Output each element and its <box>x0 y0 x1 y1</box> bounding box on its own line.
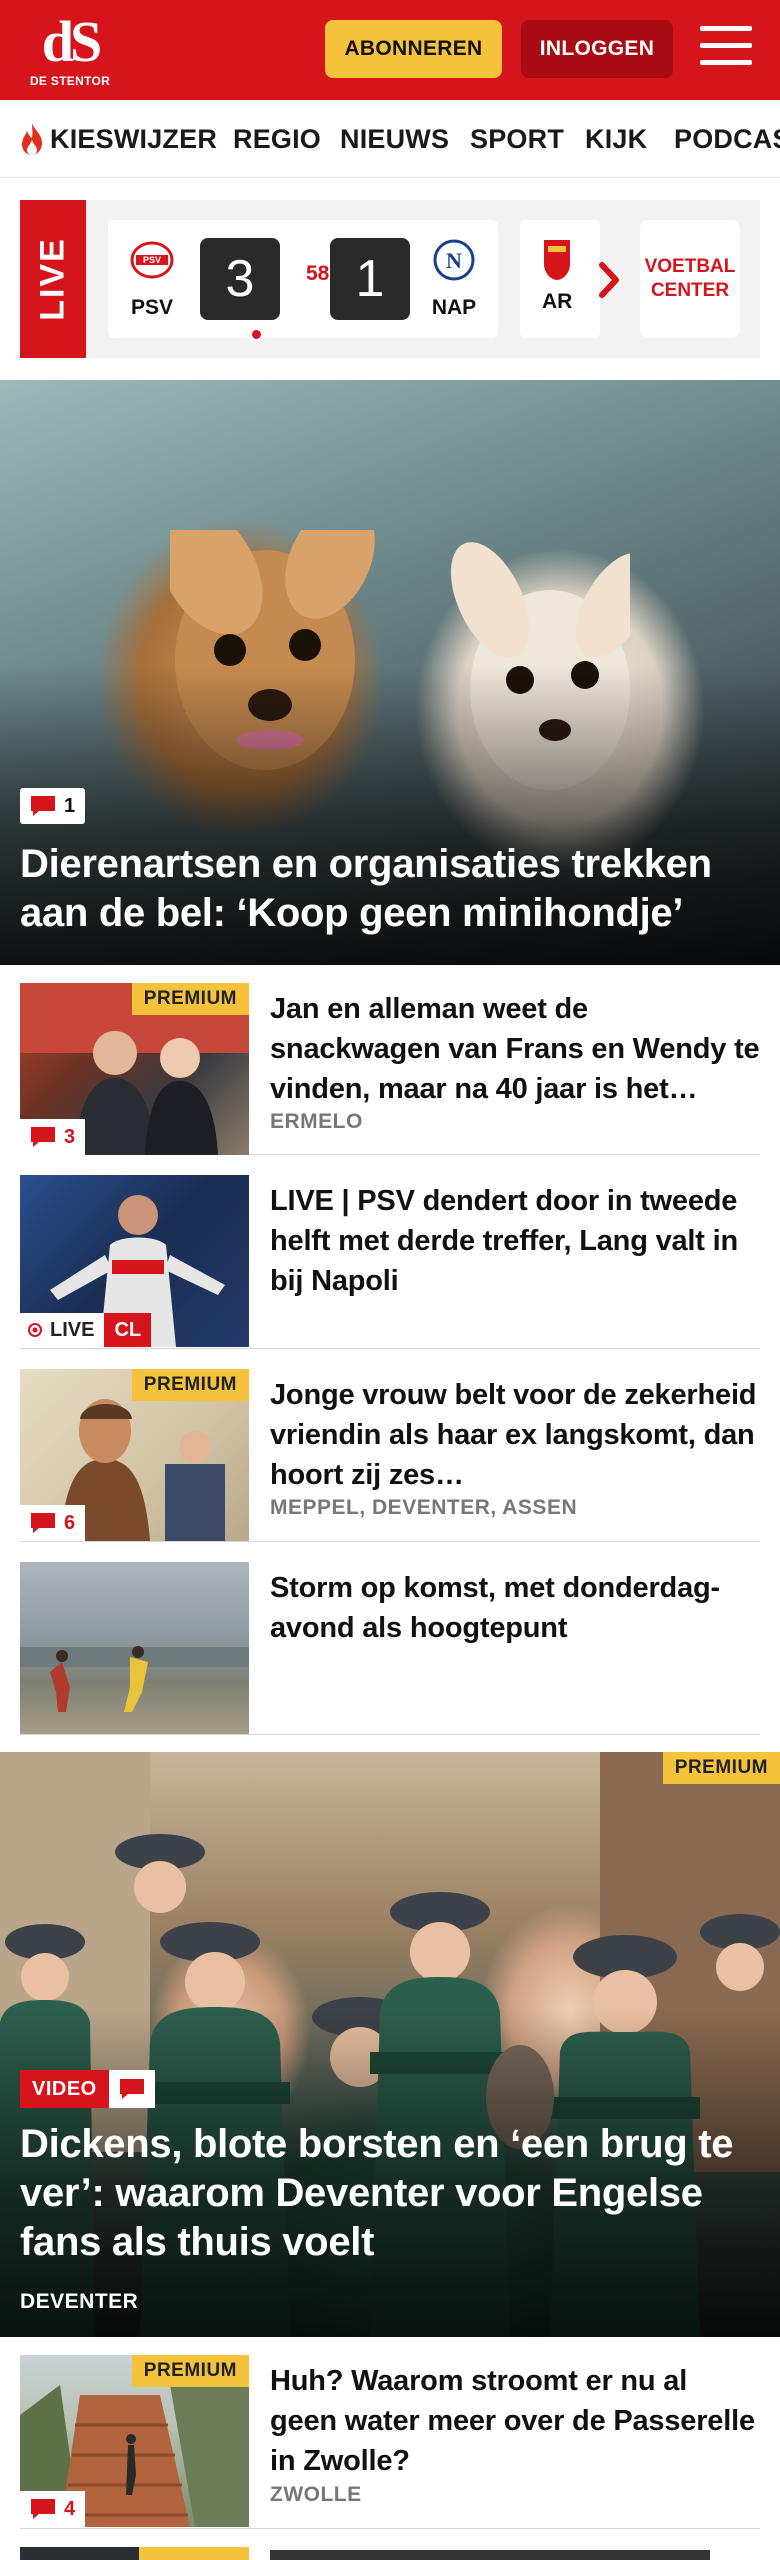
comment-badge <box>108 2070 155 2108</box>
top-bar: dS DE STENTOR ABONNEREN INLOGGEN <box>0 0 780 100</box>
article-location: MEPPEL, DEVENTER, ASSEN <box>270 1496 578 1519</box>
feature-chips: VIDEO <box>20 2070 155 2108</box>
match-card[interactable]: PSV PSV 3 58' 1 N NAP <box>108 220 498 341</box>
video-badge: VIDEO <box>20 2070 109 2108</box>
comment-count: 1 <box>64 794 76 817</box>
article-thumbnail: PREMIUM 6 <box>20 1369 249 1541</box>
nav-item-kijk[interactable]: KIJK <box>585 100 648 177</box>
live-tab[interactable]: LIVE <box>20 200 86 358</box>
voetbal-center-button[interactable]: VOETBAL CENTER <box>640 220 740 338</box>
article-row[interactable]: PREMIUM 4 Huh? Waarom stroomt er nu al g… <box>20 2355 760 2529</box>
hero-title[interactable]: Dierenartsen en organisaties trekken aan… <box>20 840 760 938</box>
feature-location: DEVENTER <box>20 2290 139 2313</box>
nav-label: REGIO <box>233 123 322 154</box>
article-title[interactable]: Huh? Waarom stroomt er nu al geen water … <box>270 2361 760 2481</box>
live-tab-label: LIVE <box>33 237 72 321</box>
next-match-card[interactable]: AR <box>520 220 600 338</box>
live-indicator-dot <box>250 328 263 341</box>
nav-label: SPORT <box>470 123 565 154</box>
article-location: ERMELO <box>270 1110 363 1133</box>
chevron-right-icon[interactable] <box>590 255 630 305</box>
article-thumbnail: PREMIUM 4 <box>20 2355 249 2527</box>
article-row[interactable]: Storm op komst, met donderdag-avond als … <box>20 1562 760 1735</box>
comment-count: 3 <box>64 1125 76 1148</box>
login-button[interactable]: INLOGGEN <box>521 20 673 78</box>
article-row[interactable]: PREMIUM 3 Jan en alleman weet de snackwa… <box>20 983 760 1155</box>
premium-badge: PREMIUM <box>131 2355 249 2387</box>
thumbnail-beach-storm-image <box>20 1646 249 1712</box>
premium-badge: PREMIUM <box>131 1369 249 1401</box>
nav-item-regio[interactable]: REGIO <box>233 100 322 177</box>
away-score: 1 <box>330 238 410 320</box>
live-chip: LIVE CL <box>20 1313 152 1347</box>
article-row[interactable]: LIVE CL LIVE | PSV dendert door in tweed… <box>20 1175 760 1349</box>
subscribe-button[interactable]: ABONNEREN <box>325 20 502 78</box>
svg-text:N: N <box>446 248 462 273</box>
comment-icon <box>31 2499 55 2519</box>
live-chip-live: LIVE <box>20 1313 105 1347</box>
away-team: N NAP <box>424 238 484 320</box>
hero-article[interactable]: 1 Dierenartsen en organisaties trekken a… <box>0 380 780 965</box>
next-match-team: AR <box>542 290 573 313</box>
article-thumbnail: LIVE CL <box>20 1175 249 1347</box>
article-thumbnail <box>20 1562 249 1734</box>
hamburger-menu-icon[interactable] <box>700 26 752 72</box>
comment-count-badge: 3 <box>20 1119 86 1155</box>
live-scores-strip: LIVE PSV PSV 3 58' 1 N NAP AR VOETBAL CE… <box>20 200 760 358</box>
article-title[interactable]: Jan en alleman weet de snackwagen van Fr… <box>270 989 760 1109</box>
feature-article[interactable]: PREMIUM VIDEO Dickens, blote borsten en … <box>0 1752 780 2337</box>
flame-icon <box>22 123 42 155</box>
comment-icon <box>31 1513 55 1533</box>
away-team-name: NAP <box>431 296 477 319</box>
nav-label: NIEUWS <box>340 123 450 154</box>
article-title-partial[interactable] <box>270 2550 750 2560</box>
live-record-icon <box>28 1323 42 1337</box>
logo-subtitle: DE STENTOR <box>29 74 111 88</box>
article-location: ZWOLLE <box>270 2483 362 2506</box>
home-team: PSV PSV <box>122 238 182 320</box>
article-title[interactable]: Jonge vrouw belt voor de zekerheid vrien… <box>270 1375 760 1495</box>
site-logo[interactable]: dS DE STENTOR <box>28 12 112 92</box>
napoli-crest-icon: N <box>433 239 475 281</box>
comment-icon <box>119 2079 144 2099</box>
nav-label: KIJK <box>585 123 648 154</box>
premium-badge: PREMIUM <box>662 1752 780 1784</box>
live-label: LIVE <box>50 1318 95 1341</box>
home-score: 3 <box>200 238 280 320</box>
comment-count-badge: 6 <box>20 1505 86 1541</box>
svg-text:PSV: PSV <box>143 255 161 265</box>
competition-label: CL <box>104 1313 152 1347</box>
article-thumbnail-partial[interactable] <box>20 2547 249 2560</box>
nav-item-kieswijzer[interactable]: KIESWIJZER <box>18 100 218 177</box>
article-row[interactable]: PREMIUM 6 Jonge vrouw belt voor de zeker… <box>20 1369 760 1542</box>
comment-icon <box>31 1127 55 1147</box>
nav-item-podcast[interactable]: PODCAS <box>674 100 780 177</box>
comment-count: 4 <box>64 2497 76 2520</box>
psv-crest-icon: PSV <box>130 241 174 279</box>
comment-count-badge: 4 <box>20 2491 86 2527</box>
nav-item-nieuws[interactable]: NIEUWS <box>340 100 450 177</box>
nav-label: PODCAS <box>674 123 780 154</box>
home-team-name: PSV <box>130 296 174 319</box>
arsenal-crest-icon <box>544 240 570 280</box>
article-title[interactable]: Storm op komst, met donderdag-avond als … <box>270 1568 760 1648</box>
article-title[interactable]: LIVE | PSV dendert door in tweede helft … <box>270 1181 760 1301</box>
premium-badge: PREMIUM <box>131 983 249 1015</box>
main-nav: KIESWIJZER REGIO NIEUWS SPORT KIJK PODCA… <box>0 100 780 178</box>
nav-label: KIESWIJZER <box>50 123 218 154</box>
comment-icon <box>31 796 55 816</box>
article-thumbnail: PREMIUM 3 <box>20 983 249 1155</box>
comment-count: 6 <box>64 1511 76 1534</box>
feature-title[interactable]: Dickens, blote borsten en ‘een brug te v… <box>20 2120 765 2267</box>
logo-mark: dS <box>41 9 103 74</box>
comment-count-badge: 1 <box>20 788 86 824</box>
nav-item-sport[interactable]: SPORT <box>470 100 565 177</box>
